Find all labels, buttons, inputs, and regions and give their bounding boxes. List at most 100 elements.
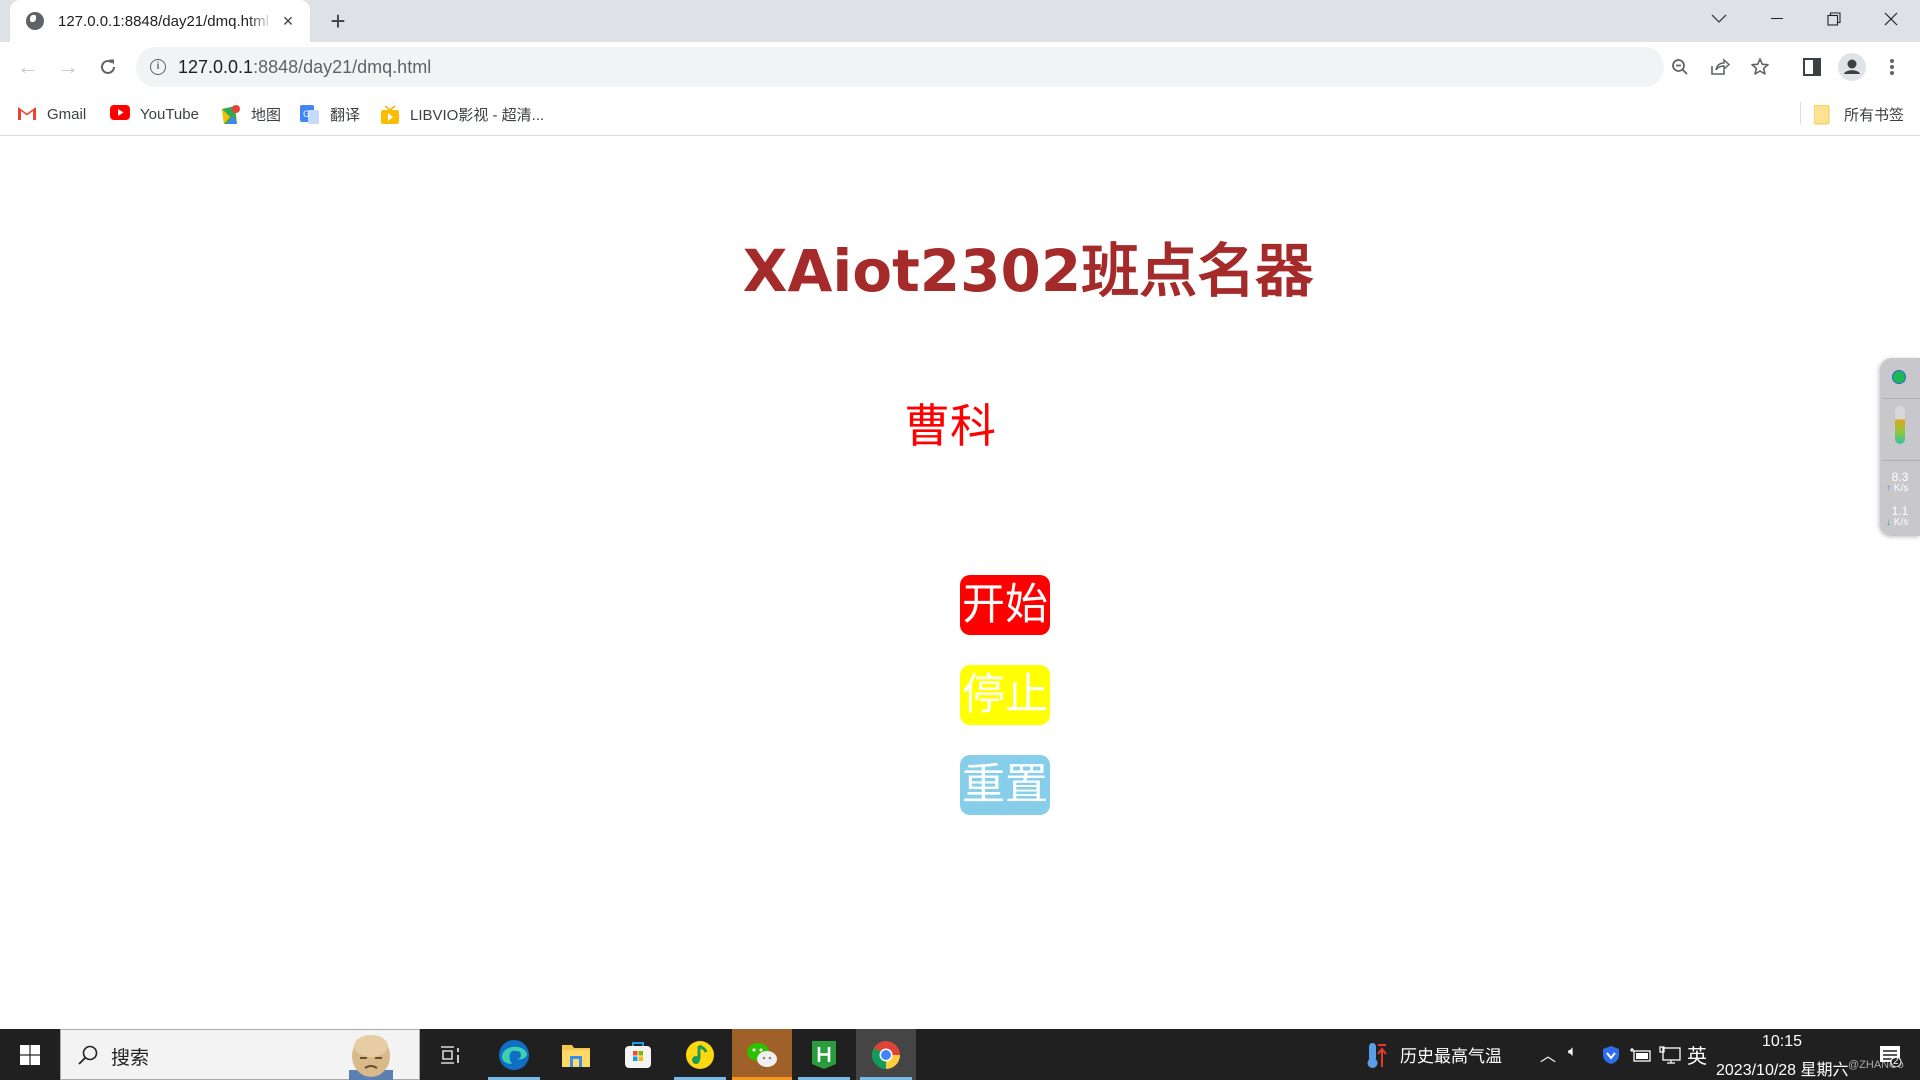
bookmark-label: YouTube — [140, 105, 199, 123]
taskbar: 搜索 历史最高气温 ︿ 🔈︎ 英 10:15 2023/10/28 星期六 @Z… — [0, 1029, 1920, 1080]
folder-icon — [1813, 104, 1834, 125]
browser-toolbar: ← → i 127.0.0.1:8848/day21/dmq.html — [0, 42, 1920, 92]
page-title: XAiot2302班点名器 — [742, 237, 1314, 305]
chrome-icon — [872, 1040, 900, 1069]
bookmark-translate[interactable]: G 翻译 — [300, 102, 360, 126]
windows-logo-icon — [20, 1044, 40, 1065]
hbuilder-icon — [812, 1040, 836, 1069]
start-button[interactable] — [0, 1029, 60, 1080]
tab-close-button[interactable]: × — [278, 11, 298, 31]
volume-icon[interactable]: 🔈︎ — [1568, 1043, 1577, 1060]
bookmark-label: LIBVIO影视 - 超清... — [410, 106, 545, 124]
restore-icon — [1827, 12, 1841, 26]
clock-date: 2023/10/28 星期六 — [1716, 1062, 1849, 1079]
restore-button[interactable] — [1805, 0, 1863, 38]
upload-speed: 8.3 — [1891, 470, 1909, 484]
bookmarks-separator — [1800, 102, 1801, 124]
minimize-button[interactable] — [1748, 0, 1806, 38]
profile-button[interactable] — [1836, 51, 1868, 83]
download-speed: 1.1 — [1891, 504, 1909, 518]
taskbar-app-store[interactable] — [608, 1029, 668, 1080]
reset-button[interactable]: 重置 — [960, 755, 1050, 815]
url-path: :8848/day21/dmq.html — [253, 57, 432, 77]
tab-title: 127.0.0.1:8848/day21/dmq.html — [58, 12, 269, 30]
side-panel-button[interactable] — [1796, 51, 1828, 83]
share-icon[interactable] — [1706, 53, 1734, 81]
search-placeholder: 搜索 — [111, 1048, 150, 1069]
store-icon — [625, 1041, 651, 1068]
more-menu-button[interactable] — [1876, 51, 1908, 83]
task-view-icon — [441, 1045, 459, 1064]
tab-search-button[interactable] — [1690, 0, 1748, 38]
network-icon — [1659, 1045, 1681, 1064]
taskbar-app-hbuilderx[interactable] — [794, 1029, 854, 1080]
back-button[interactable]: ← — [12, 51, 44, 83]
security-tray-icon[interactable] — [1598, 1029, 1624, 1080]
search-highlight-image — [349, 1035, 393, 1080]
reload-icon — [101, 59, 115, 74]
bookmark-label: 翻译 — [330, 106, 361, 124]
star-icon[interactable] — [1746, 53, 1774, 81]
stop-button[interactable]: 停止 — [960, 665, 1050, 725]
url-text[interactable]: 127.0.0.1:8848/day21/dmq.html — [178, 57, 431, 78]
rolled-name-display: 曹科 — [904, 399, 996, 453]
task-view-button[interactable] — [420, 1029, 480, 1080]
youtube-icon — [110, 105, 130, 123]
unit-label: K/s — [1893, 517, 1909, 528]
divider — [1882, 460, 1920, 461]
bookmark-libvio[interactable]: LIBVIO影视 - 超清... — [380, 102, 544, 126]
site-info-icon[interactable]: i — [150, 59, 166, 75]
notification-count: 2 — [1893, 1056, 1899, 1067]
address-bar[interactable]: i 127.0.0.1:8848/day21/dmq.html — [136, 47, 1769, 87]
battery-tray-icon[interactable] — [1626, 1029, 1654, 1080]
battery-icon — [1630, 1047, 1651, 1062]
all-bookmarks-label: 所有书签 — [1844, 106, 1905, 124]
window-close-button[interactable] — [1862, 0, 1920, 38]
notification-center-button[interactable]: 2 — [1860, 1029, 1920, 1080]
all-bookmarks-folder[interactable]: 所有书签 — [1813, 102, 1905, 126]
thermometer-icon — [1367, 1042, 1387, 1068]
clock-time: 10:15 — [1762, 1033, 1803, 1050]
network-tray-icon[interactable] — [1656, 1029, 1684, 1080]
divider — [1882, 398, 1920, 399]
taskbar-search-box[interactable]: 搜索 — [60, 1029, 420, 1080]
music-icon — [686, 1040, 714, 1069]
status-dot-icon — [1892, 370, 1906, 384]
edge-icon — [499, 1039, 529, 1070]
maps-icon — [221, 105, 241, 124]
bookmark-label: 地图 — [251, 106, 282, 124]
arrow-up-icon: ↑ — [1886, 483, 1891, 494]
bookmark-label: Gmail — [47, 105, 87, 123]
libvio-icon — [380, 105, 400, 124]
tab-strip: 127.0.0.1:8848/day21/dmq.html × + — [0, 0, 1920, 42]
show-hidden-icons-button[interactable]: ︿ — [1540, 1042, 1556, 1066]
gmail-icon — [17, 105, 37, 123]
taskbar-app-wechat[interactable] — [732, 1029, 792, 1080]
memory-gauge — [1895, 406, 1905, 444]
zoom-out-icon[interactable] — [1666, 53, 1694, 81]
weather-widget-icon[interactable] — [1362, 1029, 1392, 1080]
url-host: 127.0.0.1 — [178, 57, 254, 77]
folder-icon — [562, 1044, 590, 1067]
taskbar-app-file-explorer[interactable] — [546, 1029, 606, 1080]
weather-text[interactable]: 历史最高气温 — [1400, 1042, 1502, 1067]
forward-button[interactable]: → — [52, 51, 84, 83]
chevron-down-icon — [1711, 14, 1727, 23]
taskbar-app-chrome[interactable] — [856, 1029, 916, 1080]
reload-button[interactable] — [92, 51, 124, 83]
taskbar-app-edge[interactable] — [484, 1029, 544, 1080]
arrow-down-icon: ↓ — [1886, 517, 1891, 528]
bookmark-gmail[interactable]: Gmail — [17, 102, 86, 126]
ime-indicator[interactable]: 英 — [1687, 1040, 1707, 1069]
bookmark-youtube[interactable]: YouTube — [110, 102, 199, 126]
browser-tab[interactable]: 127.0.0.1:8848/day21/dmq.html × — [10, 0, 310, 42]
shield-icon — [1603, 1045, 1619, 1064]
more-menu-icon — [1890, 59, 1894, 75]
bookmark-maps[interactable]: 地图 — [221, 102, 281, 126]
taskbar-app-qq-music[interactable] — [670, 1029, 730, 1080]
network-speed-widget[interactable]: 8.3 ↑ K/s 1.1 ↓ K/s — [1880, 358, 1920, 536]
upload-unit: ↑ K/s — [1886, 483, 1920, 494]
new-tab-button[interactable]: + — [324, 7, 352, 35]
start-button[interactable]: 开始 — [960, 575, 1050, 635]
download-unit: ↓ K/s — [1886, 517, 1920, 528]
